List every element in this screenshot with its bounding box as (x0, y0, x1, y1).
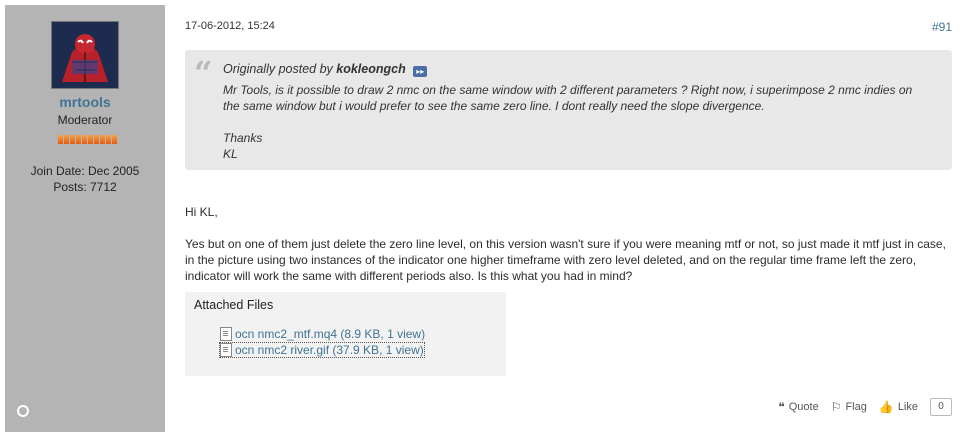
post-actions: ❝ Quote ⚐ Flag 👍 Like 0 (778, 398, 952, 416)
username-link[interactable]: mrtools (5, 94, 165, 110)
quote-mark-icon: “ (194, 54, 213, 92)
attachment-label: ocn nmc2 river.gif (37.9 KB, 1 view) (235, 343, 424, 357)
flag-button[interactable]: ⚐ Flag (831, 400, 867, 414)
attachment-link[interactable]: ocn nmc2 river.gif (37.9 KB, 1 view) (219, 342, 425, 358)
thumbs-up-icon: 👍 (878, 400, 894, 414)
reputation-pip (64, 135, 69, 144)
file-icon (220, 327, 232, 341)
quote-icon: ❝ (778, 400, 785, 414)
post-author-sidebar: mrtools Moderator Join Date: Dec 2005 Po… (5, 5, 165, 432)
reputation-pip (112, 135, 117, 144)
reputation-pip (88, 135, 93, 144)
view-post-icon[interactable]: ▸▸ (413, 66, 428, 77)
reputation-pip (106, 135, 111, 144)
quote-button[interactable]: ❝ Quote (778, 400, 818, 414)
attachment-link[interactable]: ocn nmc2_mtf.mq4 (8.9 KB, 1 view) (220, 327, 425, 341)
attached-files-title: Attached Files (194, 298, 274, 312)
join-date: Join Date: Dec 2005 (30, 164, 140, 178)
reputation-pip (82, 135, 87, 144)
attachment-label: ocn nmc2_mtf.mq4 (8.9 KB, 1 view) (235, 327, 426, 341)
quote-thanks: Thanks (223, 131, 263, 145)
flag-label: Flag (845, 401, 867, 413)
flag-icon: ⚐ (830, 400, 842, 414)
like-label: Like (897, 401, 918, 413)
sidebar-pointer (156, 37, 165, 51)
reputation-pip (76, 135, 81, 144)
reputation-bar (58, 135, 117, 144)
post-number-link[interactable]: #91 (932, 20, 952, 34)
quote-label: Quote (788, 401, 819, 413)
post-count: Posts: 7712 (53, 180, 117, 194)
attached-files-box: Attached Files ocn nmc2_mtf.mq4 (8.9 KB,… (185, 292, 506, 376)
post-date: 17-06-2012, 15:24 (185, 20, 275, 32)
online-status-icon (17, 405, 29, 417)
avatar[interactable] (51, 21, 119, 89)
reputation-pip (100, 135, 105, 144)
like-button[interactable]: 👍 Like (879, 400, 918, 414)
message-body: Yes but on one of them just delete the z… (185, 237, 946, 283)
user-info: Join Date: Dec 2005 Posts: 7712 (5, 163, 165, 195)
quote-header: Originally posted by kokleongch ▸▸ (223, 62, 428, 77)
quote-author: kokleongch (336, 62, 406, 76)
quote-block: “ Originally posted by kokleongch ▸▸ Mr … (185, 50, 952, 170)
like-count: 0 (930, 398, 952, 416)
reputation-pip (58, 135, 63, 144)
quote-prefix: Originally posted by (223, 62, 333, 76)
quote-text: Mr Tools, is it possible to draw 2 nmc o… (223, 83, 913, 113)
message-greeting: Hi KL, (185, 205, 218, 219)
reputation-pip (70, 135, 75, 144)
image-file-icon (220, 343, 232, 357)
quote-sign: KL (223, 147, 238, 161)
reputation-pip (94, 135, 99, 144)
user-title: Moderator (57, 113, 113, 127)
post-message: Hi KL, Yes but on one of them just delet… (185, 204, 950, 284)
quote-body: Mr Tools, is it possible to draw 2 nmc o… (223, 82, 928, 162)
